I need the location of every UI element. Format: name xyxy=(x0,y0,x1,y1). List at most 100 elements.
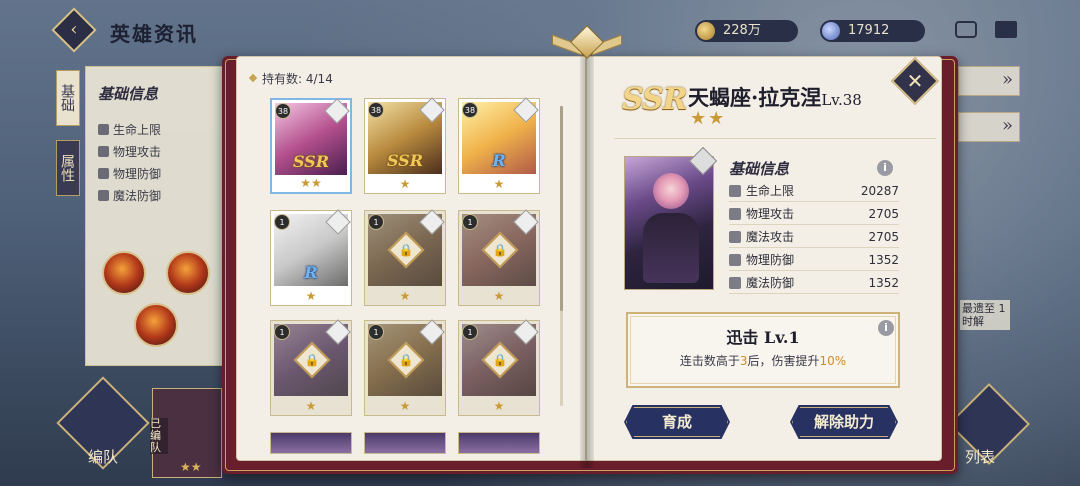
locked-hero-card[interactable]: 1 🔒 ★ xyxy=(364,319,446,416)
hero-card-level: 1 xyxy=(462,324,478,340)
tab-attributes[interactable]: 属性 xyxy=(56,140,80,196)
bg-stat-mdef: 魔法防御 xyxy=(98,187,161,204)
hero-card-level: 1 xyxy=(368,214,384,230)
stat-row: 生命上限 20287 xyxy=(729,180,899,202)
hero-level: Lv.38 xyxy=(821,91,862,109)
hero-card-level: 38 xyxy=(462,102,478,118)
hero-card-level: 38 xyxy=(368,102,384,118)
hero-card-stars: ★ xyxy=(399,177,411,191)
hero-card-level: 1 xyxy=(274,324,290,340)
chat-icon[interactable] xyxy=(955,21,977,38)
hero-card[interactable]: 38 SSR ★★ xyxy=(270,98,352,194)
hero-card[interactable]: 38 R ★ xyxy=(458,97,540,194)
release-support-button[interactable]: 解除助力 xyxy=(790,405,898,439)
stat-row: 魔法防御 1352 xyxy=(729,272,899,294)
hero-card-stars: ★★ xyxy=(300,176,322,190)
hero-card-level: 1 xyxy=(368,324,384,340)
owned-value: 4/14 xyxy=(305,72,333,86)
hero-card-rarity: SSR xyxy=(386,151,424,170)
sword-icon xyxy=(98,146,109,157)
info-icon[interactable]: i xyxy=(877,160,893,176)
hero-card-stars: ★ xyxy=(493,177,505,191)
skill-info-icon[interactable]: i xyxy=(878,320,894,336)
hero-card-rarity: SSR xyxy=(292,152,330,171)
assigned-label: 已编队 xyxy=(150,418,168,454)
stat-label: 生命上限 xyxy=(746,184,795,198)
divider xyxy=(614,138,936,139)
hero-card-level: 1 xyxy=(274,214,290,230)
hero-card-rarity: R xyxy=(304,263,318,282)
heart-icon xyxy=(729,185,741,197)
locked-hero-card[interactable]: 1 🔒 ★ xyxy=(458,319,540,416)
mail-icon[interactable] xyxy=(995,21,1017,38)
right-arrow-tab[interactable] xyxy=(958,66,1020,96)
bg-stat-pdef: 物理防御 xyxy=(98,165,161,182)
heart-icon xyxy=(98,124,109,135)
tab-basic[interactable]: 基础 xyxy=(56,70,80,126)
hero-card-rarity: R xyxy=(492,151,506,170)
hero-card-partial[interactable] xyxy=(458,432,540,454)
hero-grid-scrollbar[interactable] xyxy=(560,106,563,406)
shield-icon xyxy=(729,254,741,266)
skill-description: 连击数高于3后，伤害提升10% xyxy=(679,354,847,368)
skill-panel: 迅击 Lv.1 连击数高于3后，伤害提升10% xyxy=(626,312,900,388)
hero-card-stars: ★ xyxy=(305,399,317,413)
locked-hero-card[interactable]: 1 🔒 ★ xyxy=(364,209,446,306)
stat-value: 1352 xyxy=(868,276,899,290)
book-crown-ornament xyxy=(552,25,622,60)
stat-label: 物理攻击 xyxy=(746,207,795,221)
owned-label: 持有数: xyxy=(262,72,303,86)
skill-orb-icon[interactable] xyxy=(102,251,146,295)
page-title: 英雄资讯 xyxy=(110,22,198,46)
locked-hero-card[interactable]: 1 🔒 ★ xyxy=(270,319,352,416)
stat-row: 物理防御 1352 xyxy=(729,249,899,271)
hero-card-partial[interactable] xyxy=(364,432,446,454)
gem-currency[interactable]: 17912 xyxy=(820,20,925,42)
skill-orb-icon[interactable] xyxy=(134,303,178,347)
hero-name-text: 天蝎座·拉克涅 xyxy=(688,85,822,110)
stat-row: 魔法攻击 2705 xyxy=(729,226,899,248)
develop-button[interactable]: 育成 xyxy=(624,405,730,439)
hero-card-stars: ★ xyxy=(399,399,411,413)
stat-value: 20287 xyxy=(860,184,899,198)
wand-icon xyxy=(729,231,741,243)
gold-coin-icon xyxy=(697,22,715,40)
crown-gem-icon xyxy=(570,25,604,59)
stat-label: 魔法防御 xyxy=(746,276,795,290)
hero-book-popup: 持有数: 4/14 38 SSR ★★ 38 SSR ★ 38 R ★ 1 R ★ 1 🔒 ★ 1 🔒 ★ 1 🔒 ★ 1… xyxy=(222,25,958,478)
hero-card-partial[interactable] xyxy=(270,432,352,454)
shield-icon xyxy=(98,168,109,179)
back-button[interactable]: ‹ xyxy=(51,7,97,53)
background-info-title: 基础信息 xyxy=(98,85,159,103)
hero-card-stars: ★ xyxy=(399,289,411,303)
magic-shield-icon xyxy=(98,190,109,201)
bg-stat-hp: 生命上限 xyxy=(98,121,161,138)
hero-card[interactable]: 38 SSR ★ xyxy=(364,97,446,194)
hero-portrait xyxy=(624,146,718,290)
assigned-hero-stars: ★★ xyxy=(180,460,202,474)
info-title: 基础信息 xyxy=(729,160,790,178)
skill-orb-icon[interactable] xyxy=(166,251,210,295)
hero-card[interactable]: 1 R ★ xyxy=(270,209,352,306)
right-arrow-tab[interactable] xyxy=(958,112,1020,142)
stat-row: 物理攻击 2705 xyxy=(729,203,899,225)
stat-label: 魔法攻击 xyxy=(746,230,795,244)
magic-shield-icon xyxy=(729,277,741,289)
gold-currency[interactable]: 228万 xyxy=(695,20,798,42)
hero-card-stars: ★ xyxy=(493,289,505,303)
bg-stat-patk: 物理攻击 xyxy=(98,143,161,160)
gold-amount: 228万 xyxy=(723,23,761,38)
hero-card-stars: ★ xyxy=(493,399,505,413)
background-info-panel: 基础信息 生命上限 物理攻击 物理防御 魔法防御 xyxy=(85,66,245,366)
owned-count: 持有数: 4/14 xyxy=(248,70,333,87)
hero-rarity-badge: SSR xyxy=(622,82,688,117)
sword-icon xyxy=(729,208,741,220)
stat-value: 1352 xyxy=(868,253,899,267)
locked-hero-card[interactable]: 1 🔒 ★ xyxy=(458,209,540,306)
skill-name: 迅击 Lv.1 xyxy=(726,328,800,347)
hero-card-level: 1 xyxy=(462,214,478,230)
list-label: 列表 xyxy=(964,448,995,466)
scrollbar-thumb[interactable] xyxy=(560,106,563,311)
gem-amount: 17912 xyxy=(848,23,890,38)
right-side-hint: 最遗至 1时解 xyxy=(960,300,1010,330)
